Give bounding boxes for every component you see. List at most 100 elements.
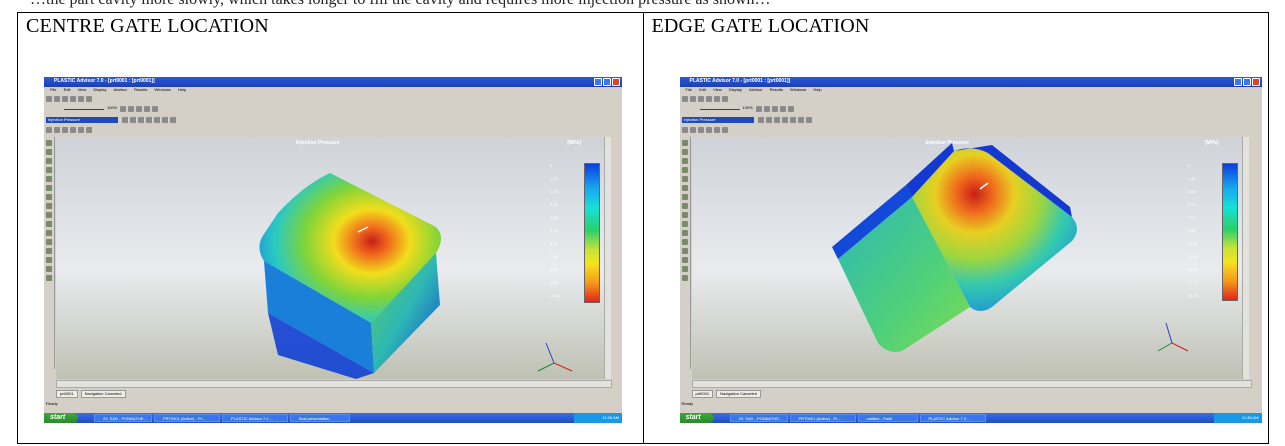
report-icon[interactable] [70, 127, 76, 133]
zoom-icon[interactable] [46, 167, 52, 173]
menu-view[interactable]: View [78, 87, 87, 92]
air-traps-icon[interactable] [781, 117, 788, 123]
stop-icon[interactable] [144, 106, 151, 112]
animation-slider[interactable] [699, 109, 740, 110]
view-front-icon[interactable] [681, 194, 688, 200]
undo-icon[interactable] [86, 127, 92, 133]
measure-icon[interactable] [681, 212, 688, 218]
print-icon[interactable] [697, 127, 704, 133]
quality-icon[interactable] [765, 117, 772, 123]
zoom-icon[interactable] [681, 167, 688, 173]
gate-location-icon[interactable] [46, 221, 52, 227]
weld-lines-icon[interactable] [773, 117, 780, 123]
sink-marks-icon[interactable] [789, 117, 796, 123]
pan-icon[interactable] [46, 158, 52, 164]
menu-file[interactable]: File [50, 87, 56, 92]
menu-windows[interactable]: Windows [155, 87, 171, 92]
table-icon[interactable] [797, 117, 804, 123]
select-icon[interactable] [681, 140, 688, 146]
menu-file[interactable]: File [686, 87, 692, 92]
rotate-icon[interactable] [46, 149, 52, 155]
menu-help[interactable]: Help [178, 87, 186, 92]
vertical-scrollbar[interactable] [1241, 137, 1249, 379]
horizontal-scrollbar[interactable] [56, 380, 612, 388]
taskbar-item[interactable]: final presentation [290, 414, 350, 422]
section-icon[interactable] [681, 230, 688, 236]
rotate-icon[interactable] [681, 149, 688, 155]
analysis-tool-icon[interactable] [78, 96, 84, 102]
loop-icon[interactable] [787, 106, 794, 112]
mesh-icon[interactable] [46, 239, 52, 245]
view-top-icon[interactable] [681, 185, 688, 191]
fit-icon[interactable] [681, 176, 688, 182]
animation-slider[interactable] [64, 109, 104, 110]
menu-edit[interactable]: Edit [64, 87, 71, 92]
menu-advisor[interactable]: Advisor [114, 87, 127, 92]
taskbar-item[interactable]: PLASTIC Advisor 7.0 ... [222, 414, 288, 422]
pause-icon[interactable] [136, 106, 143, 112]
taskbar-item[interactable]: 29. SAD - PONNATHE... [729, 414, 788, 422]
select-icon[interactable] [46, 140, 52, 146]
material-tool-icon[interactable] [705, 96, 712, 102]
tab-navigation[interactable]: Navigation Canceled [80, 390, 126, 398]
model-viewport[interactable]: Injection Pressure [MPa] [56, 137, 611, 379]
delete-icon[interactable] [713, 127, 720, 133]
menu-edit[interactable]: Edit [699, 87, 706, 92]
plot-icon[interactable] [757, 117, 764, 123]
gate-tool-icon[interactable] [689, 96, 696, 102]
open-icon[interactable] [681, 127, 688, 133]
open-icon[interactable] [46, 127, 52, 133]
sink-marks-icon[interactable] [154, 117, 160, 123]
air-traps-icon[interactable] [146, 117, 152, 123]
table-icon[interactable] [162, 117, 168, 123]
color-icon[interactable] [46, 266, 52, 272]
gate-tool-icon[interactable] [54, 96, 60, 102]
close-icon[interactable] [1251, 78, 1260, 86]
results-tool-icon[interactable] [721, 96, 728, 102]
pointer-tool-icon[interactable] [46, 96, 52, 102]
analysis-tool-icon[interactable] [713, 96, 720, 102]
fit-icon[interactable] [46, 176, 52, 182]
quality-icon[interactable] [130, 117, 136, 123]
view-front-icon[interactable] [46, 194, 52, 200]
pointer-tool-icon[interactable] [681, 96, 688, 102]
tab-model[interactable]: prt0001 [56, 390, 78, 398]
advisor-tool-icon[interactable] [62, 96, 68, 102]
results-tool-icon[interactable] [86, 96, 92, 102]
model-viewport[interactable]: Injection Pressure [MPa] [691, 137, 1249, 379]
plot-icon[interactable] [122, 117, 128, 123]
result-select[interactable]: Injection Pressure [681, 117, 754, 123]
menu-results[interactable]: Results [134, 87, 147, 92]
taskbar-item[interactable]: PLASTIC Advisor 7.0 ... [919, 414, 986, 422]
report-icon[interactable] [705, 127, 712, 133]
play-icon[interactable] [763, 106, 770, 112]
vertical-scrollbar[interactable] [604, 137, 611, 379]
rewind-icon[interactable] [755, 106, 762, 112]
taskbar-item[interactable]: PRT0001 (Active) - Pr... [154, 414, 220, 422]
undo-icon[interactable] [721, 127, 728, 133]
taskbar-item[interactable]: untitled - Paint [857, 414, 918, 422]
light-icon[interactable] [681, 257, 688, 263]
menu-windows[interactable]: Windows [790, 87, 806, 92]
maximize-icon[interactable] [603, 78, 611, 86]
menu-view[interactable]: View [713, 87, 722, 92]
grid-icon[interactable] [46, 275, 52, 281]
pan-icon[interactable] [681, 158, 688, 164]
tab-navigation[interactable]: Navigation Canceled [716, 390, 761, 398]
save-icon[interactable] [689, 127, 696, 133]
play-icon[interactable] [128, 106, 135, 112]
maximize-icon[interactable] [1242, 78, 1251, 86]
stop-icon[interactable] [779, 106, 786, 112]
light-icon[interactable] [46, 257, 52, 263]
weld-lines-icon[interactable] [138, 117, 144, 123]
taskbar-item[interactable]: 29. SAD - PONNATHE... [94, 414, 152, 422]
chart-icon[interactable] [170, 117, 176, 123]
menu-advisor[interactable]: Advisor [749, 87, 762, 92]
gate-location-icon[interactable] [681, 221, 688, 227]
loop-icon[interactable] [152, 106, 159, 112]
minimize-icon[interactable] [1233, 78, 1242, 86]
result-select[interactable]: Injection Pressure [46, 117, 118, 123]
horizontal-scrollbar[interactable] [691, 380, 1252, 388]
taskbar-item[interactable]: PRT0001 (Active) - Pr... [789, 414, 856, 422]
start-button[interactable]: start [679, 413, 714, 423]
